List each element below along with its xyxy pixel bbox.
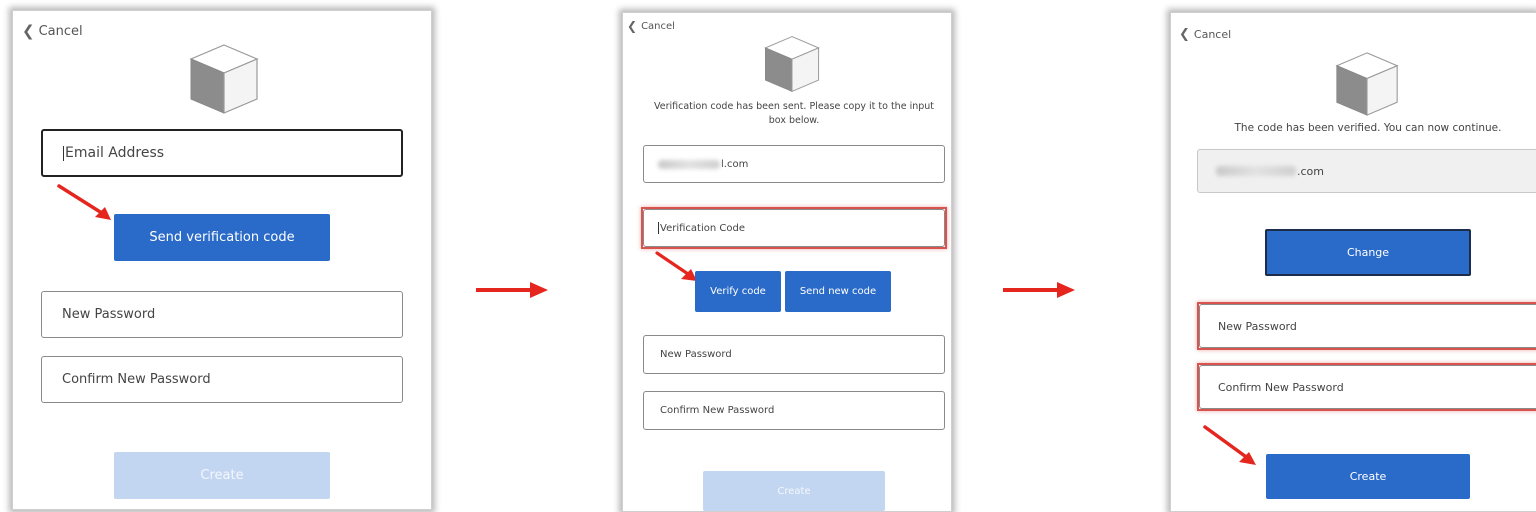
status-message: The code has been verified. You can now … <box>1234 122 1502 134</box>
new-password-field[interactable]: New Password <box>643 335 945 374</box>
email-placeholder: Email Address <box>65 145 165 161</box>
new-password-placeholder: New Password <box>62 307 156 322</box>
cancel-link[interactable]: ❮ Cancel <box>1179 28 1231 41</box>
confirm-password-placeholder: Confirm New Password <box>62 372 211 387</box>
cube-logo-icon <box>1335 52 1399 116</box>
cancel-link[interactable]: ❮ Cancel <box>627 20 675 32</box>
cancel-link[interactable]: ❮ Cancel <box>22 22 83 40</box>
panel-step-2: ❮ Cancel Verification code has been sent… <box>622 12 952 512</box>
flow-arrow-1 <box>476 282 548 298</box>
create-label: Create <box>1349 470 1387 483</box>
send-verification-code-button[interactable]: Send verification code <box>114 214 330 261</box>
verify-code-label: Verify code <box>710 286 766 297</box>
red-pointer-arrow <box>57 184 111 220</box>
verification-code-field[interactable]: Verification Code <box>643 209 945 247</box>
cancel-label: Cancel <box>1193 28 1232 41</box>
chevron-left-icon: ❮ <box>22 22 35 40</box>
chevron-left-icon: ❮ <box>1179 27 1190 42</box>
verify-code-button[interactable]: Verify code <box>695 271 781 312</box>
red-pointer-arrow <box>1203 425 1256 465</box>
cube-logo-icon <box>764 36 820 93</box>
email-field[interactable]: Email Address <box>41 129 403 177</box>
send-new-code-label: Send new code <box>799 286 877 297</box>
create-button-disabled[interactable]: Create <box>114 452 330 499</box>
email-suffix: l.com <box>721 158 749 170</box>
send-new-code-button[interactable]: Send new code <box>785 271 891 312</box>
new-password-placeholder: New Password <box>1218 319 1297 333</box>
confirm-password-field[interactable]: Confirm New Password <box>1199 365 1536 409</box>
confirm-password-field[interactable]: Confirm New Password <box>41 356 403 403</box>
chevron-left-icon: ❮ <box>627 19 638 33</box>
new-password-field[interactable]: New Password <box>41 291 403 338</box>
create-button-disabled[interactable]: Create <box>703 471 885 511</box>
cancel-label: Cancel <box>641 20 675 32</box>
email-field: l.com <box>643 145 945 183</box>
create-label: Create <box>777 485 811 497</box>
panel-step-1: ❮ Cancel Email Address Send verification… <box>12 10 432 510</box>
confirm-password-placeholder: Confirm New Password <box>660 405 775 416</box>
change-button[interactable]: Change <box>1265 229 1471 276</box>
create-button[interactable]: Create <box>1266 454 1470 499</box>
panel-step-3: ❮ Cancel The code has been verified. You… <box>1170 12 1536 512</box>
email-suffix: .com <box>1297 164 1324 178</box>
redacted-email <box>1216 166 1296 176</box>
verification-code-placeholder: Verification Code <box>660 222 745 234</box>
cancel-label: Cancel <box>38 24 83 39</box>
cube-logo-icon <box>189 44 259 114</box>
email-field-readonly: .com <box>1197 149 1536 193</box>
text-cursor <box>658 222 659 234</box>
confirm-password-placeholder: Confirm New Password <box>1218 380 1344 394</box>
flow-arrow-2 <box>1003 282 1075 298</box>
redacted-email <box>658 159 720 169</box>
new-password-field[interactable]: New Password <box>1199 304 1536 348</box>
create-label: Create <box>200 468 244 483</box>
send-verification-code-label: Send verification code <box>149 230 295 245</box>
new-password-placeholder: New Password <box>660 349 732 360</box>
text-cursor <box>63 145 64 161</box>
change-label: Change <box>1346 246 1390 259</box>
confirm-password-field[interactable]: Confirm New Password <box>643 391 945 430</box>
red-pointer-arrow <box>655 251 697 281</box>
status-message: Verification code has been sent. Please … <box>653 101 935 126</box>
